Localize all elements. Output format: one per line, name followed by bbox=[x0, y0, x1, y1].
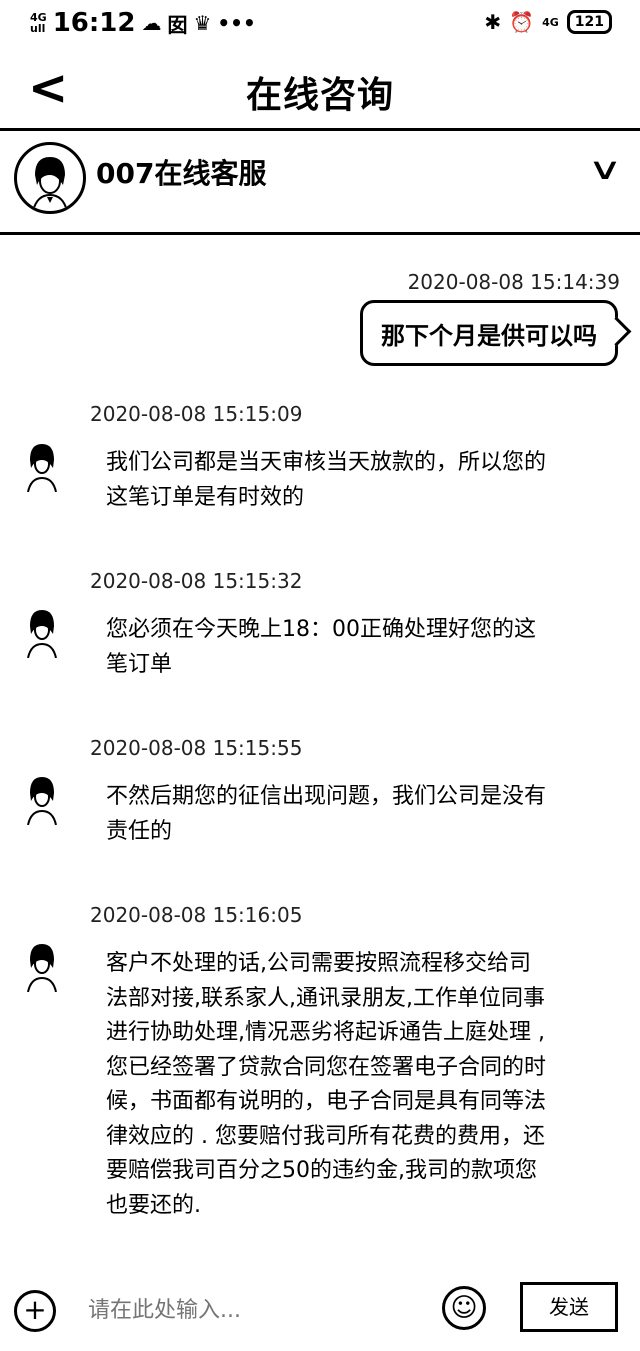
app-notification-icon: 囡 bbox=[167, 12, 188, 37]
message-timestamp: 2020-08-08 15:16:05 bbox=[90, 903, 303, 927]
agent-avatar-small bbox=[22, 606, 62, 659]
message-text: 那下个月是供可以吗 bbox=[381, 321, 597, 350]
emoji-button[interactable]: ☺ bbox=[442, 1286, 486, 1330]
network-indicator: 4G ull bbox=[30, 12, 47, 34]
expand-chevron-icon[interactable]: ∨ bbox=[587, 152, 622, 187]
agent-avatar-icon bbox=[27, 777, 57, 826]
status-time: 16:12 bbox=[52, 8, 136, 38]
agent-avatar-icon bbox=[27, 444, 57, 493]
plus-button[interactable]: + bbox=[14, 1290, 56, 1332]
message-timestamp: 2020-08-08 15:15:55 bbox=[90, 736, 303, 760]
signal-bars-icon: ull bbox=[30, 22, 46, 35]
mobile-signal-icon: 4G bbox=[542, 15, 559, 29]
agent-avatar-icon bbox=[27, 610, 57, 659]
alarm-icon: ⏰ bbox=[509, 10, 535, 34]
agent-avatar-small bbox=[22, 440, 62, 493]
incoming-message-text: 您必须在今天晚上18：00正确处理好您的这笔订单 bbox=[106, 617, 536, 677]
outgoing-message-bubble: 那下个月是供可以吗 bbox=[360, 300, 618, 366]
chat-area[interactable]: 2020-08-08 15:14:39 那下个月是供可以吗 2020-08-08… bbox=[0, 236, 640, 1276]
status-left: 4G ull 16:12 ☁ 囡 ♛ ••• bbox=[30, 8, 256, 38]
page-title: 在线咨询 bbox=[245, 75, 394, 116]
battery-icon: 121 bbox=[566, 10, 612, 34]
agent-avatar-icon bbox=[32, 157, 68, 211]
send-button[interactable]: 发送 bbox=[520, 1282, 618, 1332]
incoming-message-text: 不然后期您的征信出现问题，我们公司是没有责任的 bbox=[106, 784, 547, 844]
agent-avatar bbox=[14, 142, 86, 214]
bluetooth-icon: ✱ bbox=[484, 10, 502, 34]
status-bar: 4G ull 16:12 ☁ 囡 ♛ ••• ✱ ⏰ 4G 121 bbox=[0, 0, 640, 52]
cloud-icon: ☁ bbox=[141, 11, 162, 35]
incoming-message-text: 客户不处理的话,公司需要按照流程移交给司法部对接,联系家人,通讯录朋友,工作单位… bbox=[106, 951, 547, 1218]
message-timestamp: 2020-08-08 15:15:32 bbox=[90, 569, 303, 593]
incoming-message-text: 我们公司都是当天审核当天放款的，所以您的这笔订单是有时效的 bbox=[106, 450, 547, 510]
message-timestamp: 2020-08-08 15:14:39 bbox=[407, 270, 620, 294]
agent-avatar-small bbox=[22, 773, 62, 826]
nav-bar: < 在线咨询 bbox=[0, 52, 640, 131]
message-input[interactable] bbox=[86, 1292, 410, 1330]
agent-avatar-small bbox=[22, 940, 62, 993]
more-dots-icon: ••• bbox=[217, 11, 256, 35]
status-right: ✱ ⏰ 4G 121 bbox=[484, 10, 612, 34]
crown-icon: ♛ bbox=[193, 11, 212, 35]
agent-avatar-icon bbox=[27, 944, 57, 993]
agent-name: 007在线客服 bbox=[96, 157, 267, 190]
agent-header[interactable]: 007在线客服 ∨ bbox=[0, 130, 640, 235]
message-timestamp: 2020-08-08 15:15:09 bbox=[90, 402, 303, 426]
input-bar: + ☺ 发送 bbox=[0, 1278, 640, 1351]
